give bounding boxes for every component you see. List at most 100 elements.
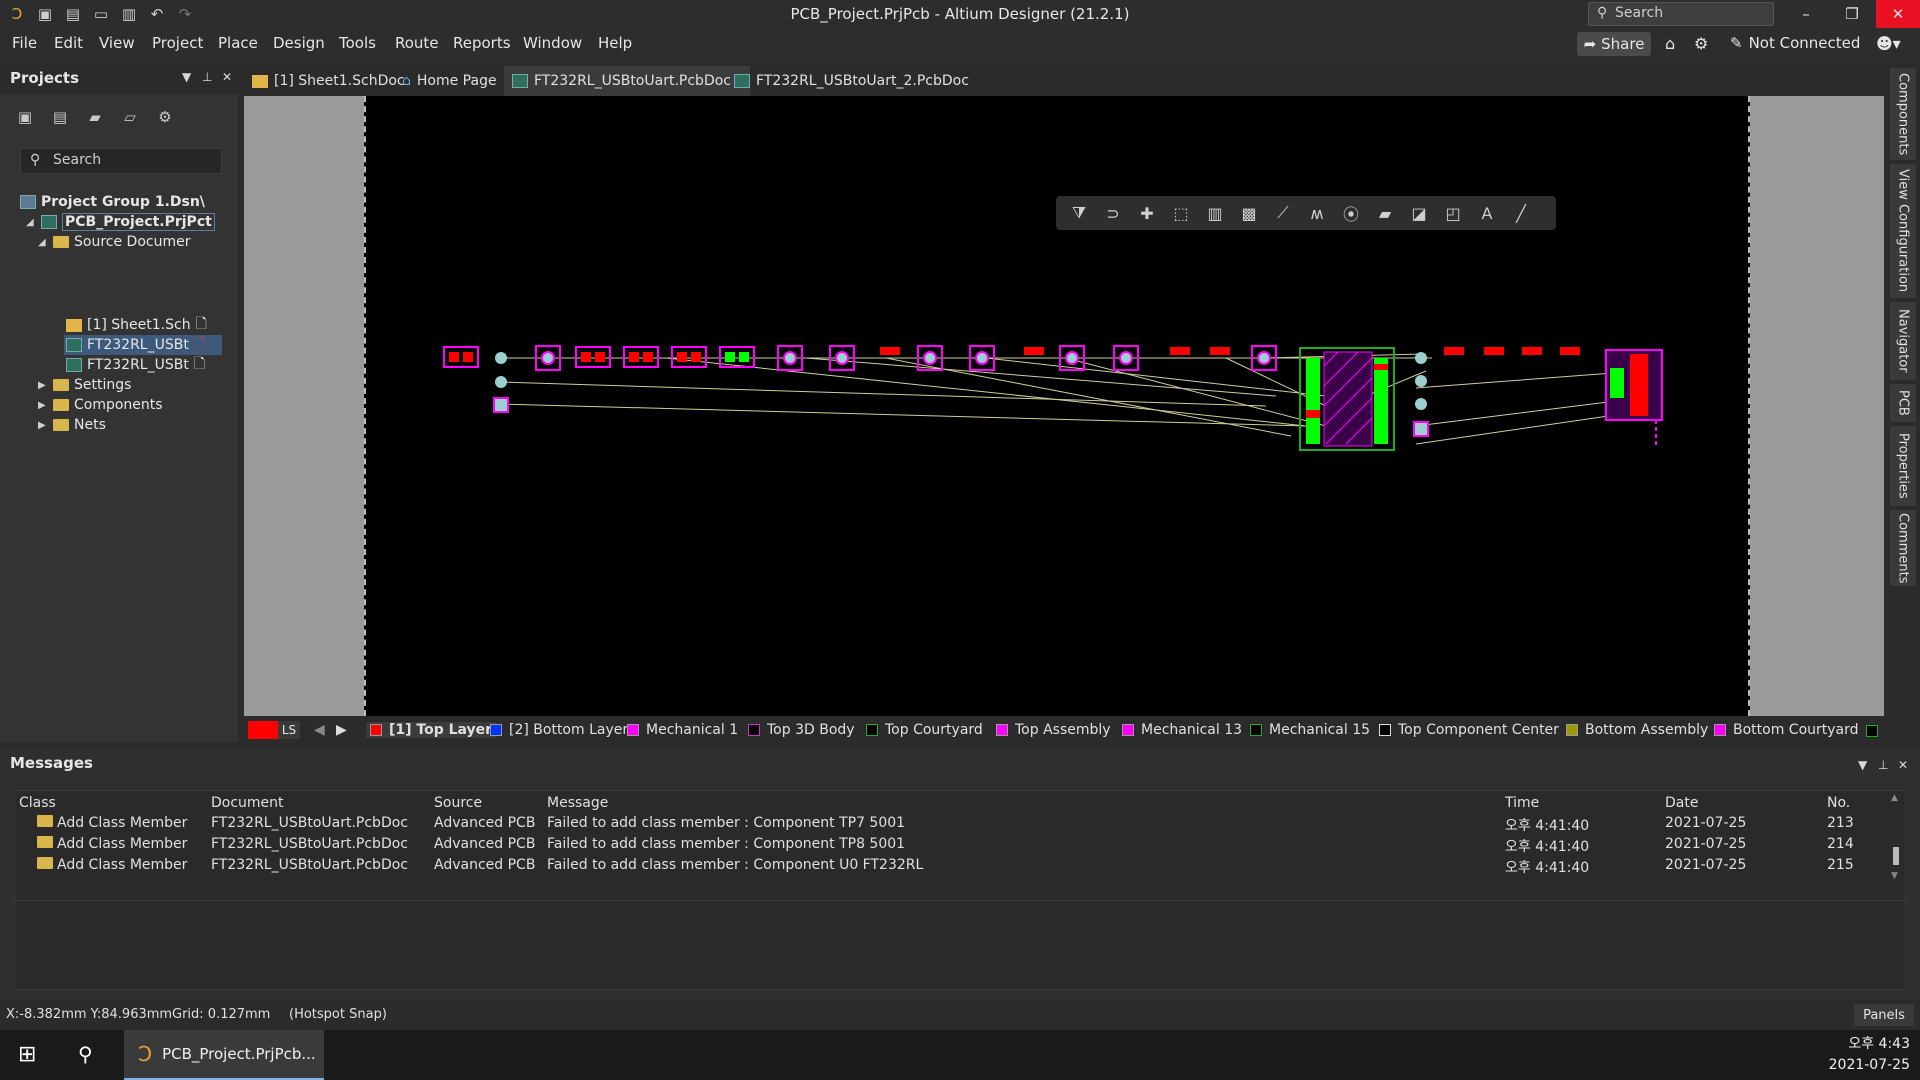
layer-tab-top-courtyard[interactable]: Top Courtyard [866,722,983,738]
expand-arrow-icon[interactable]: ◢ [38,237,48,248]
panel-menu-icon[interactable]: ▼ [182,70,191,84]
scroll-down-icon[interactable]: ▼ [1891,871,1898,881]
panel-tab-components[interactable]: Components [1890,68,1916,160]
connection-status[interactable]: ✎ Not Connected [1730,34,1860,52]
collapse-arrow-icon[interactable]: ▶ [38,400,48,411]
panel-tab-pcb[interactable]: PCB [1890,384,1916,422]
column-header-class[interactable]: Class [19,795,56,811]
layer-scroll-right-icon[interactable]: ▶ [336,722,347,738]
keepout-icon[interactable]: ◰ [1440,200,1466,226]
menu-reports[interactable]: Reports [453,34,511,52]
menu-tools[interactable]: Tools [339,34,376,52]
column-header-no[interactable]: No. [1827,795,1850,811]
tab-pcbdoc-2[interactable]: FT232RL_USBtoUart_2.PcbDoc [726,66,977,96]
column-header-document[interactable]: Document [211,795,284,811]
save-project-icon[interactable]: ▣ [14,106,36,128]
message-row[interactable]: Add Class Member FT232RL_USBtoUart.PcbDo… [15,813,1875,834]
gear-icon[interactable]: ⚙ [1694,34,1708,53]
windows-start-icon[interactable]: ⊞ [18,1042,36,1067]
layer-tab-top-3d-body[interactable]: Top 3D Body [748,722,855,738]
taskbar-app-altium[interactable]: Ↄ PCB_Project.PrjPcb... [124,1030,324,1080]
diff-pair-icon[interactable]: ʍ [1304,200,1330,226]
menu-window[interactable]: Window [523,34,582,52]
route-icon[interactable]: ⟋ [1270,200,1296,226]
collapse-arrow-icon[interactable]: ▶ [38,420,48,431]
layer-tab-bottom[interactable]: [2] Bottom Layer [490,722,628,738]
panel-tab-properties[interactable]: Properties [1890,426,1916,506]
collapse-arrow-icon[interactable]: ▶ [38,380,48,391]
restore-button[interactable]: ❐ [1830,0,1874,28]
tree-item-pcb-project[interactable]: ◢ PCB_Project.PrjPct [26,212,222,232]
open-folder-icon[interactable]: ▰ [84,106,106,128]
expand-arrow-icon[interactable]: ◢ [26,217,36,228]
pcb-canvas-area[interactable]: ⧩ ⊃ ✚ ⬚ ▥ ▩ ⟋ ʍ ⦿ ▰ ◪ ◰ A ╱ [244,96,1884,716]
panels-button[interactable]: Panels [1854,1004,1914,1026]
layer-tab-bottom-courtyard[interactable]: Bottom Courtyard [1714,722,1859,738]
layer-color-swatch-overflow[interactable] [1866,725,1878,737]
tree-item-project-group[interactable]: Project Group 1.Dsn\ [20,192,205,212]
pin-icon[interactable]: ⊥ [1878,758,1888,772]
system-clock[interactable]: 오후 4:43 2021-07-25 [1820,1034,1910,1076]
place-component-icon[interactable]: ▩ [1236,200,1262,226]
layer-tab-bottom-assembly[interactable]: Bottom Assembly [1566,722,1708,738]
panel-menu-icon[interactable]: ▼ [1858,758,1867,772]
tree-item-pcbdoc-1[interactable]: FT232RL_USBt 🗋 [64,335,222,355]
close-panel-icon[interactable]: ✕ [222,70,232,84]
column-header-date[interactable]: Date [1665,795,1698,811]
menu-design[interactable]: Design [273,34,325,52]
panel-tab-view-configuration[interactable]: View Configuration [1890,164,1916,298]
global-search-input[interactable]: ⚲ Search [1588,2,1774,26]
tree-item-settings[interactable]: ▶ Settings [38,375,131,395]
tab-home-page[interactable]: ⌂ Home Page [394,66,505,96]
place-via-icon[interactable]: ⦿ [1338,200,1364,226]
tree-item-nets[interactable]: ▶ Nets [38,415,106,435]
tree-item-source-documents[interactable]: ◢ Source Documer [38,232,190,252]
menu-project[interactable]: Project [152,34,203,52]
align-icon[interactable]: ▥ [1202,200,1228,226]
pcb-layout-drawing[interactable] [366,96,1752,716]
polygon-icon[interactable]: ▰ [1372,200,1398,226]
menu-help[interactable]: Help [598,34,632,52]
scrollbar-thumb[interactable] [1893,847,1899,865]
tab-pcbdoc-active[interactable]: FT232RL_USBtoUart.PcbDoc * [504,66,751,96]
layer-tab-mechanical13[interactable]: Mechanical 13 [1122,722,1242,738]
column-header-message[interactable]: Message [547,795,608,811]
search-icon[interactable]: ⚲ [78,1042,93,1066]
messages-scrollbar[interactable]: ▲ ▼ [1891,793,1903,893]
project-options-icon[interactable]: ▤ [49,106,71,128]
layer-tab-top-assembly[interactable]: Top Assembly [996,722,1111,738]
projects-search-input[interactable]: ⚲ Search [20,148,222,174]
place-text-icon[interactable]: A [1474,200,1500,226]
pcb-board[interactable] [364,96,1750,716]
menu-view[interactable]: View [99,34,135,52]
tab-sheet1-schdoc[interactable]: [1] Sheet1.SchDoc [244,66,413,96]
close-window-button[interactable]: ✕ [1876,0,1920,28]
select-rectangle-icon[interactable]: ⬚ [1168,200,1194,226]
interactive-routing-icon[interactable]: ⊃ [1100,200,1126,226]
tree-item-pcbdoc-2[interactable]: FT232RL_USBt 🗋 [66,355,205,375]
column-header-time[interactable]: Time [1505,795,1539,811]
menu-file[interactable]: File [12,34,37,52]
panel-tab-comments[interactable]: Comments [1890,510,1916,586]
layer-tab-top[interactable]: [1] Top Layer [366,722,497,738]
layer-tab-top-component-center[interactable]: Top Component Center [1379,722,1559,738]
layer-tab-mechanical15[interactable]: Mechanical 15 [1250,722,1370,738]
scroll-up-icon[interactable]: ▲ [1891,793,1903,803]
panel-tab-navigator[interactable]: Navigator [1890,302,1916,380]
tree-item-sheet1[interactable]: [1] Sheet1.Sch 🗋 [66,315,207,335]
tree-item-components[interactable]: ▶ Components [38,395,163,415]
column-header-source[interactable]: Source [434,795,482,811]
minimize-button[interactable]: – [1784,0,1828,28]
place-line-icon[interactable]: ╱ [1508,200,1534,226]
menu-place[interactable]: Place [218,34,258,52]
dimension-icon[interactable]: ◪ [1406,200,1432,226]
pin-icon[interactable]: ⊥ [202,70,212,84]
home-icon[interactable]: ⌂ [1665,34,1675,53]
share-button[interactable]: ➦ Share [1577,32,1651,56]
menu-route[interactable]: Route [395,34,439,52]
layer-set-button[interactable]: LS [248,721,300,739]
crosshair-icon[interactable]: ✚ [1134,200,1160,226]
menu-edit[interactable]: Edit [54,34,83,52]
layer-scroll-left-icon[interactable]: ◀ [314,722,325,738]
close-panel-icon[interactable]: ✕ [1898,758,1908,772]
